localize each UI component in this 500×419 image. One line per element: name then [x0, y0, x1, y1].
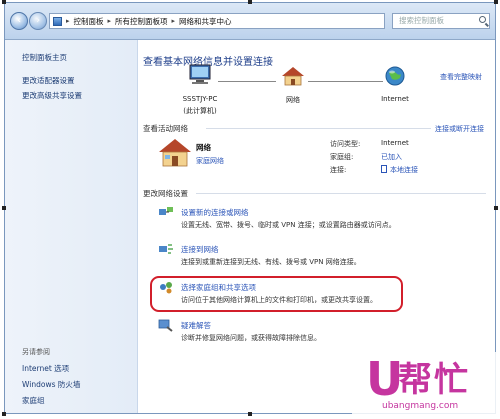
watermark-url: ubangmang.com [382, 401, 459, 411]
resize-handle [248, 0, 252, 4]
ethernet-icon [381, 165, 387, 173]
internet-label: Internet [381, 95, 409, 103]
section-divider [206, 128, 431, 129]
access-type-value: Internet [381, 139, 409, 147]
homegroup-label: 家庭组: [330, 153, 354, 161]
see-also-homegroup[interactable]: 家庭组 [22, 395, 45, 406]
full-map-link[interactable]: 查看完整映射 [440, 72, 482, 82]
task-description: 设置无线、宽带、拨号、临时或 VPN 连接；或设置路由器或访问点。 [181, 221, 396, 229]
change-settings-heading: 更改网络设置 [143, 189, 188, 198]
back-button[interactable]: ‹ [10, 12, 28, 30]
computer-icon [189, 64, 211, 84]
setup-new-connection-link[interactable]: 设置新的连接或网络 [181, 207, 249, 218]
access-type-label: 访问类型: [330, 140, 361, 148]
resize-handle [2, 0, 6, 4]
task-description: 诊断并修复网络问题，或获得故障排除信息。 [181, 334, 321, 342]
control-panel-icon [53, 16, 62, 26]
section-divider [196, 193, 486, 194]
search-icon[interactable] [479, 16, 486, 23]
breadcrumb[interactable]: ▸ 控制面板 ▸ 所有控制面板项 ▸ 网络和共享中心 [49, 13, 385, 29]
active-network-heading: 查看活动网络 [143, 124, 188, 133]
troubleshoot-link[interactable]: 疑难解答 [181, 320, 211, 331]
resize-handle [248, 412, 252, 416]
homegroup-link[interactable]: 已加入 [381, 152, 402, 162]
troubleshoot-icon [158, 319, 173, 332]
resize-handle [2, 206, 6, 210]
house-icon [282, 67, 304, 86]
chevron-right-icon: ▸ [66, 17, 70, 25]
connection-line [218, 81, 276, 82]
breadcrumb-item[interactable]: 所有控制面板项 [115, 16, 168, 27]
breadcrumb-item[interactable]: 网络和共享中心 [179, 16, 232, 27]
search-input[interactable]: 搜索控制面板 [392, 13, 490, 29]
connect-to-network-link[interactable]: 连接到网络 [181, 244, 219, 255]
resize-handle [494, 0, 498, 4]
resize-handle [494, 206, 498, 210]
connection-label: 连接: [330, 166, 347, 174]
sidebar-home-link[interactable]: 控制面板主页 [22, 52, 67, 63]
local-connection-link[interactable]: 本地连接 [390, 165, 418, 175]
see-also-internet-options[interactable]: Internet 选项 [22, 363, 69, 374]
search-placeholder: 搜索控制面板 [399, 16, 444, 25]
see-also-heading: 另请参阅 [22, 348, 50, 356]
computer-name-label: SSSTJY-PC [182, 95, 218, 103]
computer-sub-label: (此计算机) [183, 107, 217, 115]
breadcrumb-item[interactable]: 控制面板 [74, 16, 104, 27]
task-description: 连接到或重新连接到无线、有线、拨号或 VPN 网络连接。 [181, 258, 361, 266]
sidebar: 控制面板主页 更改适配器设置 更改高级共享设置 另请参阅 Internet 选项… [5, 40, 138, 413]
forward-button[interactable]: › [29, 12, 47, 30]
sidebar-item-adapter[interactable]: 更改适配器设置 [22, 75, 75, 86]
home-network-icon [159, 139, 191, 167]
network-type-link[interactable]: 家庭网络 [196, 156, 224, 166]
resize-handle [2, 412, 6, 416]
annotation-highlight-box [150, 276, 403, 312]
address-toolbar: ‹ › ▸ 控制面板 ▸ 所有控制面板项 ▸ 网络和共享中心 搜索控制面板 [5, 3, 495, 40]
connect-network-icon [159, 244, 173, 254]
chevron-right-icon: ▸ [171, 17, 176, 25]
sidebar-item-advanced-sharing[interactable]: 更改高级共享设置 [22, 90, 82, 101]
see-also-firewall[interactable]: Windows 防火墙 [22, 379, 80, 390]
watermark-logo-text: 帮忙 [398, 360, 470, 400]
connection-line [308, 81, 383, 82]
globe-icon [385, 66, 405, 86]
connect-disconnect-link[interactable]: 连接或断开连接 [435, 124, 484, 134]
new-connection-icon [159, 207, 173, 215]
chevron-right-icon: ▸ [107, 17, 112, 25]
active-network-name: 网络 [196, 143, 211, 152]
network-label: 网络 [286, 96, 300, 104]
